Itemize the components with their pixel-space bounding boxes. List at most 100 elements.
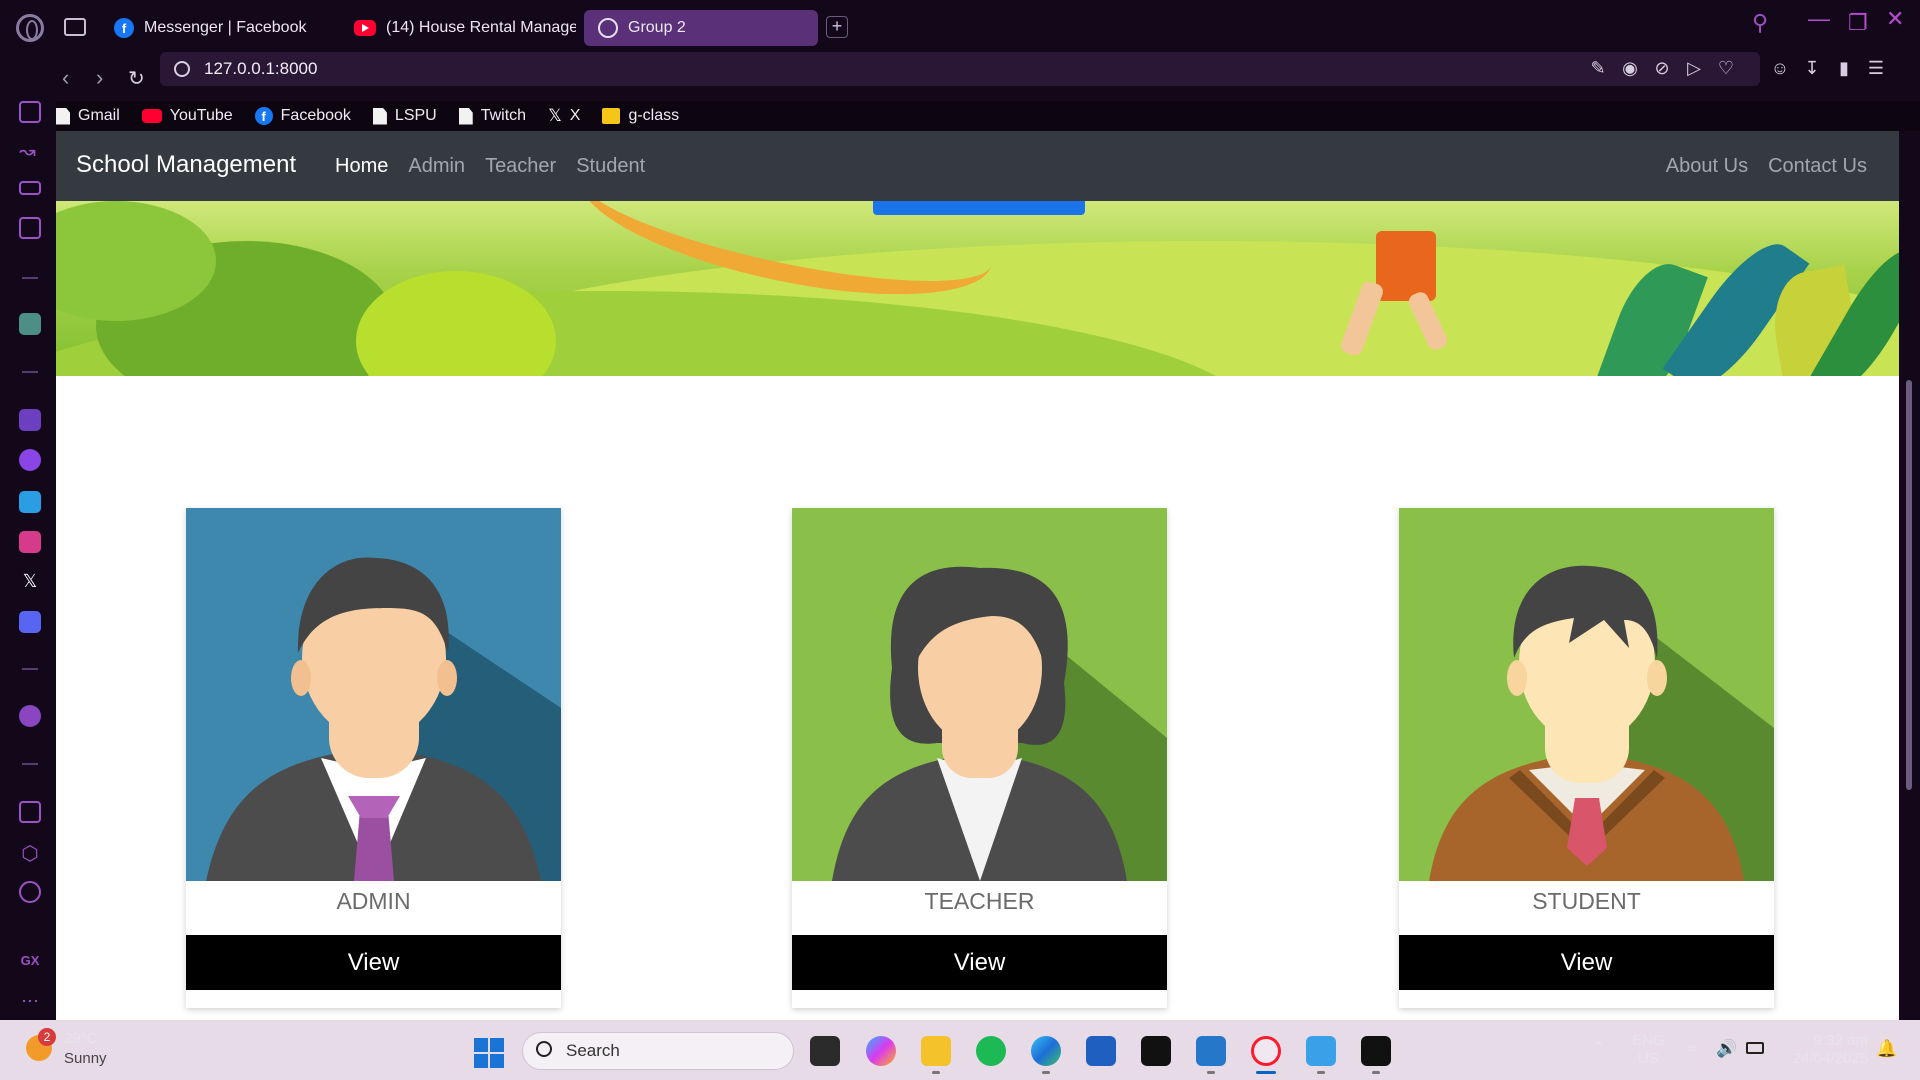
forward-icon[interactable]: ›	[96, 65, 103, 91]
site-info-icon[interactable]	[174, 61, 190, 77]
opera-icon[interactable]	[19, 881, 41, 903]
nav-teacher[interactable]: Teacher	[485, 155, 556, 178]
taskbar-clock[interactable]: 9:32 am 24/04/2025	[1793, 1032, 1868, 1068]
microsoft-store-icon[interactable]	[1086, 1036, 1116, 1066]
language-code: ENG	[1632, 1032, 1665, 1049]
capcut-app-icon[interactable]	[1361, 1036, 1391, 1066]
x-icon[interactable]: 𝕏	[19, 571, 41, 593]
scrollbar-thumb[interactable]	[1906, 380, 1912, 790]
downloads-icon[interactable]: ↧	[1802, 58, 1822, 78]
easy-setup-icon[interactable]: ☰	[1866, 58, 1886, 78]
running-indicator	[1207, 1071, 1215, 1074]
bookmark-label: LSPU	[394, 107, 437, 124]
task-view-icon[interactable]	[810, 1036, 840, 1066]
vscode-icon[interactable]	[1196, 1036, 1226, 1066]
restore-icon[interactable]: ❐	[1848, 10, 1868, 36]
volume-icon[interactable]: 🔊	[1716, 1040, 1737, 1058]
twitch-icon[interactable]	[19, 409, 41, 431]
browser-tab-bar: f Messenger | Facebook (14) House Rental…	[0, 0, 1920, 55]
student-avatar-image	[1399, 508, 1774, 881]
url-field[interactable]	[160, 52, 1760, 86]
nav-contact-us[interactable]: Contact Us	[1768, 155, 1867, 178]
tab-messenger[interactable]: f Messenger | Facebook	[100, 10, 350, 46]
more-icon[interactable]: ⋯	[19, 991, 41, 1013]
weather-temperature[interactable]: 29°C	[64, 1030, 98, 1047]
bookmark-label: Gmail	[78, 107, 120, 124]
taskbar-search-box[interactable]	[522, 1032, 794, 1070]
share-icon[interactable]: ✎	[1588, 58, 1608, 78]
bookmark-label: X	[569, 107, 581, 124]
battery-saver-icon[interactable]: ▮	[1834, 58, 1854, 78]
bookmark-label: Facebook	[280, 107, 351, 124]
notepad-icon[interactable]	[1306, 1036, 1336, 1066]
bookmark-x[interactable]: 𝕏 X	[548, 106, 580, 126]
show-hidden-icons-chevron-icon[interactable]: ⌃	[1592, 1040, 1605, 1058]
send-icon[interactable]: ▷	[1684, 58, 1704, 78]
tab-island-icon[interactable]	[64, 18, 86, 36]
profile-icon[interactable]: ☺	[1770, 58, 1790, 78]
opera-gx-icon[interactable]	[1251, 1036, 1281, 1066]
search-tabs-icon[interactable]: ⚲	[1752, 10, 1768, 36]
url-text[interactable]: 127.0.0.1:8000	[204, 59, 317, 79]
tab-label: Messenger | Facebook	[144, 19, 307, 36]
mcp-icon[interactable]	[19, 217, 41, 239]
wifi-icon[interactable]: ≈	[1688, 1040, 1697, 1058]
bookmark-twitch[interactable]: Twitch	[458, 107, 526, 125]
student-view-button[interactable]: View	[1399, 935, 1774, 990]
edge-icon[interactable]	[1031, 1036, 1061, 1066]
adblock-icon[interactable]: ⊘	[1652, 58, 1672, 78]
telegram-icon[interactable]	[19, 491, 41, 513]
discord-icon[interactable]	[19, 611, 41, 633]
wallet-icon[interactable]	[19, 181, 41, 195]
favorite-icon[interactable]: ♡	[1716, 58, 1736, 78]
bookmark-facebook[interactable]: f Facebook	[254, 107, 351, 125]
back-icon[interactable]: ‹	[62, 65, 69, 91]
site-brand[interactable]: School Management	[76, 151, 296, 179]
weather-description[interactable]: Sunny	[64, 1050, 107, 1067]
gx-icon[interactable]: GX	[19, 953, 41, 975]
chatgpt-icon[interactable]	[19, 313, 41, 335]
file-explorer-icon[interactable]	[921, 1036, 951, 1066]
copilot-icon[interactable]	[866, 1036, 896, 1066]
x-logo-icon: 𝕏	[548, 106, 562, 125]
snapshot-icon[interactable]: ◉	[1620, 58, 1640, 78]
classroom-icon	[602, 108, 621, 124]
opera-logo-icon[interactable]	[16, 14, 44, 42]
nav-about-us[interactable]: About Us	[1666, 155, 1748, 178]
messenger-icon[interactable]	[19, 449, 41, 471]
new-tab-button[interactable]: +	[826, 16, 848, 38]
spotify-icon[interactable]	[976, 1036, 1006, 1066]
reload-icon[interactable]: ↻	[128, 66, 145, 91]
sidebar-divider	[22, 277, 38, 279]
tab-label: Group 2	[628, 19, 686, 36]
nav-admin[interactable]: Admin	[408, 155, 465, 178]
bookmark-lspu[interactable]: LSPU	[372, 107, 437, 125]
clock-time: 9:32 am	[1813, 1032, 1868, 1049]
extensions-icon[interactable]: ⬡	[19, 841, 41, 865]
battery-icon[interactable]	[1746, 1042, 1764, 1054]
language-indicator[interactable]: ENG US	[1632, 1032, 1665, 1068]
notifications-bell-icon[interactable]: 🔔	[1876, 1040, 1897, 1058]
bookmark-youtube[interactable]: YouTube	[141, 107, 233, 125]
minimize-icon[interactable]: —	[1808, 6, 1830, 32]
bookmark-g-class[interactable]: g-class	[602, 107, 679, 125]
tabs-icon[interactable]	[19, 801, 41, 823]
workspaces-icon[interactable]	[19, 101, 41, 123]
hero-button[interactable]	[873, 201, 1085, 215]
close-icon[interactable]: ✕	[1886, 6, 1904, 32]
globe-icon	[598, 18, 618, 38]
capcut-icon[interactable]	[1141, 1036, 1171, 1066]
hero-banner-image	[56, 201, 1899, 376]
start-button[interactable]	[474, 1038, 504, 1068]
bookmark-gmail[interactable]: Gmail	[56, 107, 120, 125]
tab-group-2[interactable]: Group 2	[584, 10, 818, 46]
instagram-icon[interactable]	[19, 531, 41, 553]
spotify-icon[interactable]	[19, 705, 41, 727]
admin-view-button[interactable]: View	[186, 935, 561, 990]
aria-icon[interactable]: ↝	[19, 139, 41, 163]
nav-home[interactable]: Home	[335, 155, 388, 178]
teacher-view-button[interactable]: View	[792, 935, 1167, 990]
nav-student[interactable]: Student	[576, 155, 645, 178]
page-viewport: School Management Home Admin Teacher Stu…	[56, 131, 1899, 1020]
tab-house-rental[interactable]: (14) House Rental Manage	[340, 10, 576, 46]
